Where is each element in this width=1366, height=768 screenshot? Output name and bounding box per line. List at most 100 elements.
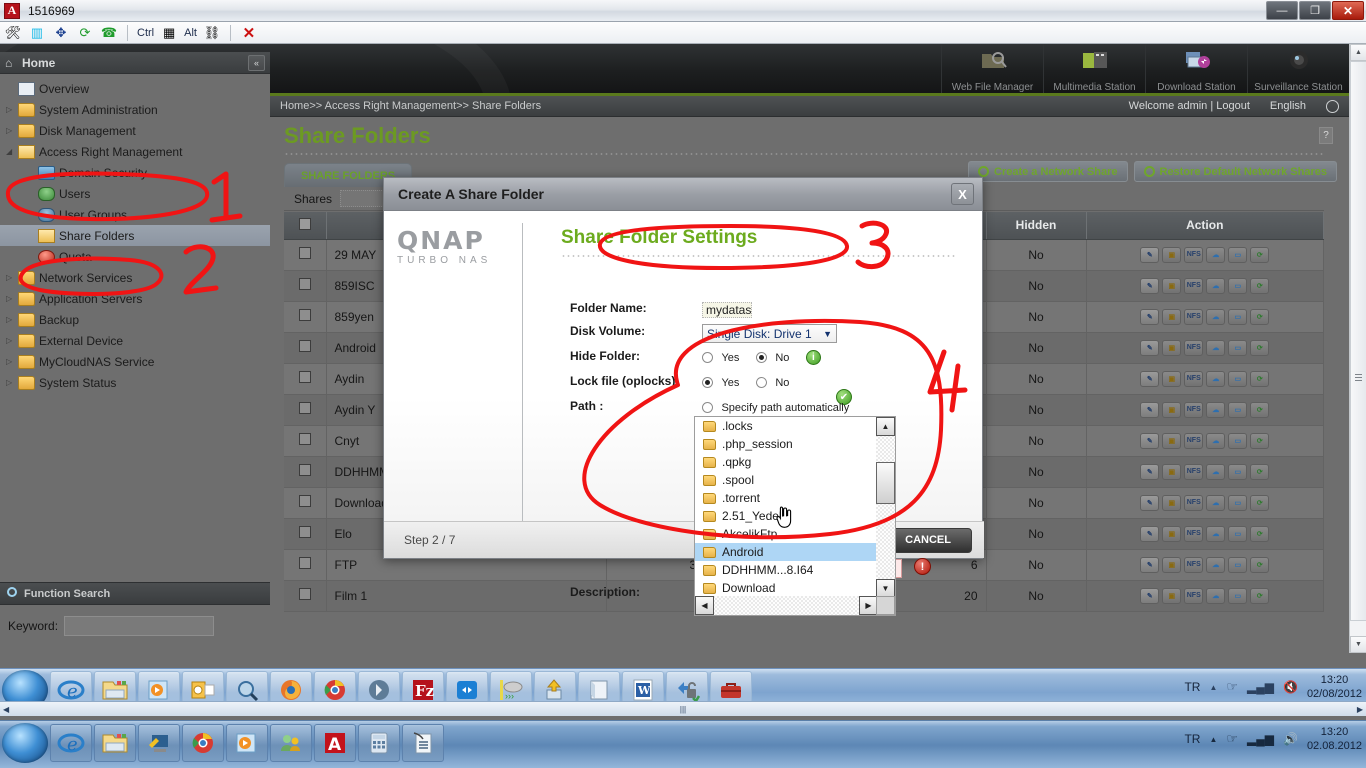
cancel-button[interactable]: CANCEL — [884, 527, 972, 553]
sidebar-item-external-device[interactable]: ▷ External Device — [0, 330, 270, 351]
tray-signal-icon[interactable]: ▂▄▆ — [1247, 680, 1274, 694]
permission-icon[interactable]: ▣ — [1162, 463, 1182, 480]
expander-icon[interactable]: ▷ — [6, 315, 18, 324]
refresh-icon[interactable]: ⟳ — [1250, 246, 1270, 263]
expander-icon[interactable]: ▷ — [6, 357, 18, 366]
refresh-icon[interactable]: ⟳ — [1250, 432, 1270, 449]
row-checkbox[interactable] — [298, 557, 311, 569]
sidebar-item-system-administration[interactable]: ▷ System Administration — [0, 99, 270, 120]
row-checkbox[interactable] — [298, 247, 311, 259]
monitor-icon[interactable]: ▭ — [1228, 463, 1248, 480]
nfs-icon[interactable]: NFS — [1184, 401, 1204, 418]
scroll-left-icon[interactable]: ◀ — [3, 705, 9, 714]
sidebar-item-network-services[interactable]: ▷ Network Services — [0, 267, 270, 288]
lock-file-yes-radio[interactable] — [702, 377, 713, 389]
permission-icon[interactable]: ▣ — [1162, 339, 1182, 356]
taskbar-avira[interactable]: A — [314, 723, 356, 762]
chain-icon[interactable]: ⛓ — [203, 24, 221, 42]
language-selector[interactable]: English — [1270, 100, 1306, 112]
refresh-icon[interactable]: ⟳ — [1250, 308, 1270, 325]
tray-signal-icon[interactable]: ▂▄▆ — [1247, 732, 1274, 746]
refresh-icon[interactable]: ⟳ — [1250, 370, 1270, 387]
row-checkbox[interactable] — [298, 433, 311, 445]
app-download-station[interactable]: Download Station — [1145, 44, 1247, 93]
taskbar-file-explorer[interactable] — [94, 723, 136, 762]
folder-name-input[interactable]: mydatas — [702, 302, 753, 318]
monitor-icon[interactable]: ▭ — [1228, 587, 1248, 604]
scroll-left-arrow-icon[interactable]: ◀ — [695, 596, 714, 615]
cloud-icon[interactable]: ☁ — [1206, 525, 1226, 542]
tray-language[interactable]: TR — [1184, 732, 1200, 746]
row-checkbox-cell[interactable] — [284, 549, 327, 581]
edit-icon[interactable]: ✎ — [1140, 308, 1160, 325]
phone-icon[interactable]: ☎ — [100, 24, 118, 42]
row-checkbox[interactable] — [298, 278, 311, 290]
path-automatic-radio[interactable] — [702, 402, 713, 414]
monitor-icon[interactable]: ▭ — [1228, 494, 1248, 511]
refresh-icon[interactable]: ⟳ — [1250, 494, 1270, 511]
monitor-icon[interactable]: ▭ — [1228, 370, 1248, 387]
fullscreen-icon[interactable]: ✥ — [52, 24, 70, 42]
refresh-icon[interactable]: ⟳ — [1250, 587, 1270, 604]
col-hidden[interactable]: Hidden — [986, 212, 1087, 240]
taskbar-remote-desktop[interactable] — [138, 723, 180, 762]
edit-icon[interactable]: ✎ — [1140, 370, 1160, 387]
permission-icon[interactable]: ▣ — [1162, 494, 1182, 511]
edit-icon[interactable]: ✎ — [1140, 556, 1160, 573]
permission-icon[interactable]: ▣ — [1162, 308, 1182, 325]
monitor-icon[interactable]: ▭ — [1228, 246, 1248, 263]
sidebar-item-system-status[interactable]: ▷ System Status — [0, 372, 270, 393]
sidebar-item-overview[interactable]: Overview — [0, 78, 270, 99]
refresh-icon[interactable]: ⟳ — [1250, 525, 1270, 542]
app-multimedia-station[interactable]: Multimedia Station — [1043, 44, 1145, 93]
sidebar-collapse-button[interactable]: « — [248, 55, 265, 71]
nfs-icon[interactable]: NFS — [1184, 339, 1204, 356]
nfs-icon[interactable]: NFS — [1184, 463, 1204, 480]
expander-icon[interactable]: ◢ — [6, 147, 18, 156]
tray-clock[interactable]: 13:20 02.08.2012 — [1307, 725, 1362, 753]
row-checkbox-cell[interactable] — [284, 394, 327, 426]
row-checkbox-cell[interactable] — [284, 332, 327, 364]
tray-hand-icon[interactable]: ☞ — [1226, 731, 1238, 747]
row-checkbox[interactable] — [298, 588, 311, 600]
page-scroll-down-icon[interactable]: ▼ — [1350, 636, 1366, 653]
row-checkbox-cell[interactable] — [284, 580, 327, 612]
dropdown-item[interactable]: Android — [695, 543, 878, 561]
monitor-icon[interactable]: ▭ — [1228, 401, 1248, 418]
permission-icon[interactable]: ▣ — [1162, 525, 1182, 542]
permission-icon[interactable]: ▣ — [1162, 556, 1182, 573]
monitor-icon[interactable]: ▭ — [1228, 277, 1248, 294]
refresh-icon[interactable]: ⟳ — [1250, 556, 1270, 573]
sidebar-item-mycloudnas-service[interactable]: ▷ MyCloudNAS Service — [0, 351, 270, 372]
sidebar-item-backup[interactable]: ▷ Backup — [0, 309, 270, 330]
refresh-icon[interactable]: ⟳ — [76, 24, 94, 42]
permission-icon[interactable]: ▣ — [1162, 370, 1182, 387]
dropdown-item[interactable]: .spool — [695, 471, 878, 489]
row-checkbox[interactable] — [298, 402, 311, 414]
disconnect-icon[interactable]: ✕ — [240, 24, 258, 42]
expander-icon[interactable]: ▷ — [6, 378, 18, 387]
dropdown-item[interactable]: .locks — [695, 417, 878, 435]
breadcrumb[interactable]: Home>> Access Right Management>> Share F… — [280, 100, 541, 112]
monitor-icon[interactable]: ▭ — [1228, 308, 1248, 325]
nfs-icon[interactable]: NFS — [1184, 277, 1204, 294]
dropdown-item[interactable]: DDHHMM...8.I64 — [695, 561, 878, 579]
expander-icon[interactable]: ▷ — [6, 126, 18, 135]
row-checkbox-cell[interactable] — [284, 518, 327, 550]
edit-icon[interactable]: ✎ — [1140, 277, 1160, 294]
refresh-icon[interactable]: ⟳ — [1250, 401, 1270, 418]
sidebar-item-domain-security[interactable]: Domain Security — [0, 162, 270, 183]
close-button[interactable]: ✕ — [1332, 1, 1364, 20]
row-checkbox[interactable] — [298, 371, 311, 383]
monitor-icon[interactable]: ▭ — [1228, 556, 1248, 573]
welcome-logout[interactable]: Welcome admin | Logout — [1129, 100, 1250, 112]
row-checkbox-cell[interactable] — [284, 487, 327, 519]
permission-icon[interactable]: ▣ — [1162, 401, 1182, 418]
nfs-icon[interactable]: NFS — [1184, 587, 1204, 604]
edit-icon[interactable]: ✎ — [1140, 463, 1160, 480]
ctrl-key-button[interactable]: Ctrl — [137, 27, 154, 39]
tray-volume-muted-icon[interactable]: 🔇 — [1283, 680, 1298, 694]
taskbar-calculator[interactable] — [358, 723, 400, 762]
select-all-header[interactable] — [284, 212, 327, 240]
taskbar-internet-explorer[interactable]: e — [50, 723, 92, 762]
